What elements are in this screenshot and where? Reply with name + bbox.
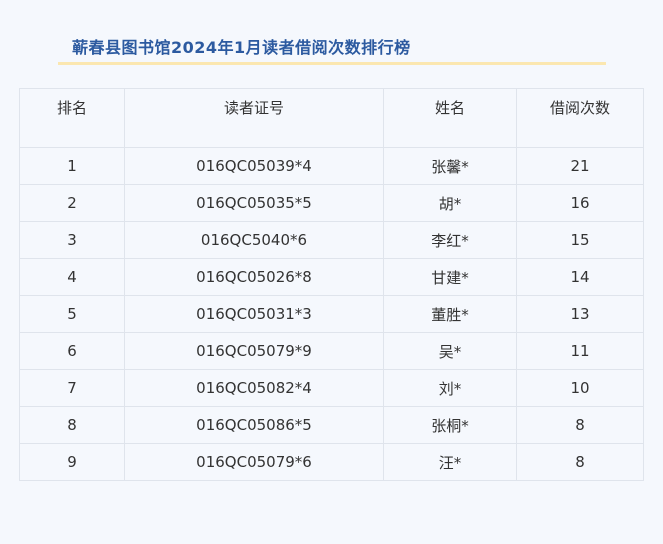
column-header-rank: 排名	[19, 88, 125, 148]
card-number-cell: 016QC05079*6	[124, 443, 384, 481]
name-cell: 吴*	[383, 332, 517, 370]
card-number-cell: 016QC05082*4	[124, 369, 384, 407]
borrow-count-cell: 21	[516, 147, 644, 185]
table-row: 9 016QC05079*6 汪* 8	[19, 443, 644, 481]
card-number-cell: 016QC05039*4	[124, 147, 384, 185]
table-row: 2 016QC05035*5 胡* 16	[19, 184, 644, 222]
borrow-count-cell: 11	[516, 332, 644, 370]
borrow-count-cell: 13	[516, 295, 644, 333]
table-row: 3 016QC5040*6 李红* 15	[19, 221, 644, 259]
table-row: 5 016QC05031*3 董胜* 13	[19, 295, 644, 333]
borrow-count-cell: 15	[516, 221, 644, 259]
table-header-row: 排名 读者证号 姓名 借阅次数	[19, 88, 644, 148]
borrow-count-cell: 16	[516, 184, 644, 222]
name-cell: 胡*	[383, 184, 517, 222]
rank-cell: 5	[19, 295, 125, 333]
borrow-count-cell: 14	[516, 258, 644, 296]
name-cell: 李红*	[383, 221, 517, 259]
rank-cell: 4	[19, 258, 125, 296]
table-row: 4 016QC05026*8 甘建* 14	[19, 258, 644, 296]
title-section: 蕲春县图书馆2024年1月读者借阅次数排行榜	[58, 30, 606, 65]
table-row: 6 016QC05079*9 吴* 11	[19, 332, 644, 370]
card-number-cell: 016QC05079*9	[124, 332, 384, 370]
card-number-cell: 016QC5040*6	[124, 221, 384, 259]
rank-cell: 9	[19, 443, 125, 481]
rank-cell: 1	[19, 147, 125, 185]
table-row: 8 016QC05086*5 张桐* 8	[19, 406, 644, 444]
column-header-borrow-count: 借阅次数	[516, 88, 644, 148]
table-row: 1 016QC05039*4 张馨* 21	[19, 147, 644, 185]
name-cell: 张馨*	[383, 147, 517, 185]
name-cell: 董胜*	[383, 295, 517, 333]
borrow-count-cell: 8	[516, 443, 644, 481]
rank-cell: 7	[19, 369, 125, 407]
borrow-count-cell: 10	[516, 369, 644, 407]
ranking-table: 排名 读者证号 姓名 借阅次数 1 016QC05039*4 张馨* 21 2 …	[19, 88, 644, 481]
rank-cell: 2	[19, 184, 125, 222]
table-row: 7 016QC05082*4 刘* 10	[19, 369, 644, 407]
name-cell: 刘*	[383, 369, 517, 407]
column-header-name: 姓名	[383, 88, 517, 148]
name-cell: 甘建*	[383, 258, 517, 296]
column-header-card-number: 读者证号	[124, 88, 384, 148]
card-number-cell: 016QC05026*8	[124, 258, 384, 296]
card-number-cell: 016QC05086*5	[124, 406, 384, 444]
borrow-count-cell: 8	[516, 406, 644, 444]
name-cell: 汪*	[383, 443, 517, 481]
card-number-cell: 016QC05031*3	[124, 295, 384, 333]
name-cell: 张桐*	[383, 406, 517, 444]
rank-cell: 3	[19, 221, 125, 259]
rank-cell: 6	[19, 332, 125, 370]
card-number-cell: 016QC05035*5	[124, 184, 384, 222]
page-title: 蕲春县图书馆2024年1月读者借阅次数排行榜	[72, 38, 411, 57]
rank-cell: 8	[19, 406, 125, 444]
